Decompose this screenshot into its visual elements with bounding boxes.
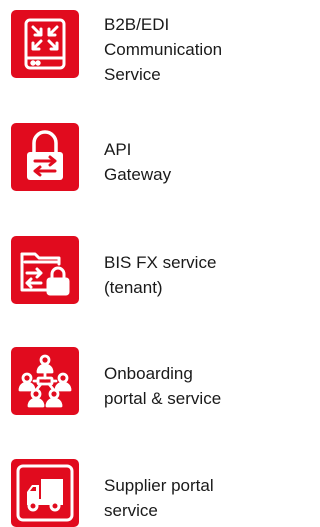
service-label: Supplier portal service [104,476,214,520]
router-arrows-icon [11,10,79,78]
people-network-icon [11,347,79,415]
service-bis-fx[interactable]: BIS FX service (tenant) [11,236,261,306]
service-label: API Gateway [104,140,172,184]
truck-icon [11,459,79,527]
folder-lock-icon [11,236,79,304]
lock-exchange-icon [11,123,79,191]
service-api-gateway[interactable]: API Gateway [11,123,261,193]
service-label: B2B/EDI Communication Service [104,15,223,84]
service-label: Onboarding portal & service [104,364,222,408]
service-supplier-portal[interactable]: Supplier portal service [11,459,261,527]
service-label: BIS FX service (tenant) [104,253,217,297]
service-b2b-edi[interactable]: B2B/EDI Communication Service [11,10,261,84]
service-onboarding[interactable]: Onboarding portal & service [11,347,261,417]
